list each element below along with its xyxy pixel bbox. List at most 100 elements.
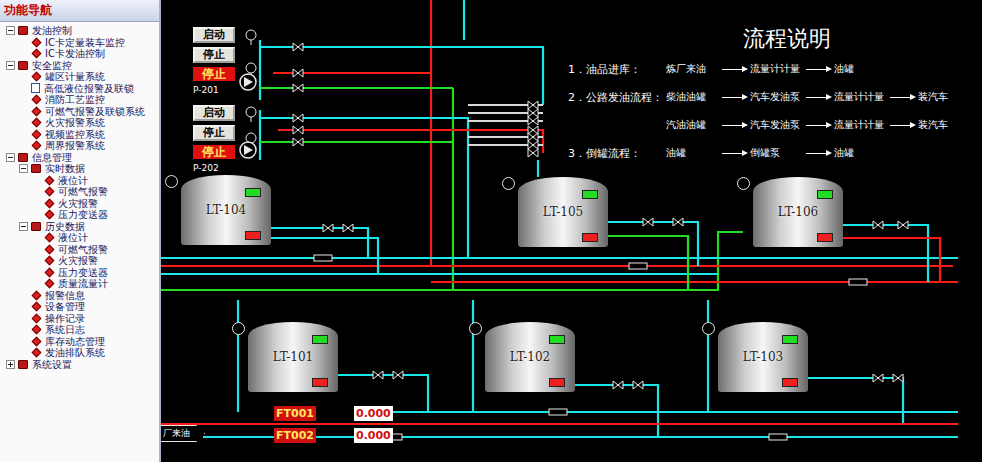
- valve-icon[interactable]: [293, 126, 303, 134]
- sidebar-item[interactable]: 视频监控系统: [0, 129, 159, 141]
- node-icon: [45, 244, 55, 254]
- sidebar-item[interactable]: 液位计: [0, 175, 159, 187]
- stop-button[interactable]: 停止: [193, 125, 235, 141]
- valve-icon[interactable]: [528, 141, 538, 149]
- level-gauge-icon: [469, 322, 482, 335]
- pipe: [260, 141, 453, 143]
- low-level-lamp: [312, 378, 328, 387]
- valve-icon[interactable]: [893, 374, 903, 382]
- valve-icon[interactable]: [873, 374, 883, 382]
- node-icon: [32, 325, 42, 335]
- oil-tank[interactable]: LT-105: [518, 177, 608, 247]
- node-icon: [32, 72, 42, 82]
- oil-tank[interactable]: LT-102: [485, 322, 575, 392]
- stop-button[interactable]: 停止: [193, 47, 235, 63]
- valve-icon[interactable]: [528, 149, 538, 157]
- sidebar-item[interactable]: 可燃气报警及联锁系统: [0, 106, 159, 118]
- pump-name: P-202: [193, 163, 219, 173]
- oil-tank[interactable]: LT-106: [753, 177, 843, 247]
- sidebar-item[interactable]: IC卡定量装车监控: [0, 37, 159, 49]
- arrow-icon: [722, 125, 746, 126]
- expand-toggle-icon[interactable]: [19, 222, 28, 231]
- expand-toggle-icon[interactable]: [6, 360, 15, 369]
- sidebar-item[interactable]: 压力变送器: [0, 267, 159, 279]
- expand-toggle-icon[interactable]: [6, 153, 15, 162]
- strainer-icon: [314, 255, 332, 261]
- oil-tank[interactable]: LT-101: [248, 322, 338, 392]
- sidebar-item[interactable]: 可燃气报警: [0, 244, 159, 256]
- node-icon: [32, 118, 42, 128]
- valve-icon[interactable]: [643, 218, 653, 226]
- level-gauge-icon: [165, 175, 178, 188]
- valve-icon[interactable]: [873, 221, 883, 229]
- valve-icon[interactable]: [373, 371, 383, 379]
- valve-icon[interactable]: [898, 221, 908, 229]
- strainer-icon: [549, 409, 567, 415]
- valve-icon[interactable]: [293, 69, 303, 77]
- oil-tank[interactable]: LT-103: [718, 322, 808, 392]
- valve-icon[interactable]: [343, 224, 353, 232]
- sidebar-item[interactable]: 操作记录: [0, 313, 159, 325]
- sidebar-item[interactable]: 库存动态管理: [0, 336, 159, 348]
- valve-icon[interactable]: [528, 126, 538, 134]
- sidebar-item[interactable]: 火灾报警: [0, 198, 159, 210]
- arrow-icon: [890, 125, 914, 126]
- pipe: [843, 225, 928, 282]
- sidebar-item[interactable]: 信息管理: [0, 152, 159, 164]
- pipe: [707, 300, 709, 412]
- sidebar-item[interactable]: 火灾报警系统: [0, 117, 159, 129]
- valve-icon[interactable]: [393, 371, 403, 379]
- valve-icon[interactable]: [633, 381, 643, 389]
- valve-icon[interactable]: [293, 43, 303, 51]
- valve-icon[interactable]: [323, 224, 333, 232]
- pump-icon[interactable]: [240, 74, 256, 90]
- sidebar-item[interactable]: 压力变送器: [0, 209, 159, 221]
- valve-icon[interactable]: [293, 84, 303, 92]
- valve-icon[interactable]: [528, 117, 538, 125]
- sidebar-item[interactable]: 可燃气报警: [0, 186, 159, 198]
- valve-icon[interactable]: [673, 218, 683, 226]
- sidebar-item[interactable]: 系统日志: [0, 324, 159, 336]
- valve-icon[interactable]: [528, 109, 538, 117]
- node-icon: [45, 210, 55, 220]
- start-button[interactable]: 启动: [193, 27, 235, 43]
- sidebar-item[interactable]: 系统设置: [0, 359, 159, 371]
- inlet-tag: 厂来油: [161, 425, 205, 442]
- sidebar-item[interactable]: 报警信息: [0, 290, 159, 302]
- pipe: [608, 222, 698, 266]
- node-icon: [18, 26, 28, 35]
- valve-icon[interactable]: [528, 133, 538, 141]
- node-icon: [45, 233, 55, 243]
- expand-toggle-icon[interactable]: [6, 61, 15, 70]
- oil-tank[interactable]: LT-104: [181, 175, 271, 245]
- node-icon: [45, 175, 55, 185]
- sidebar-item[interactable]: 质量流量计: [0, 278, 159, 290]
- sidebar-item[interactable]: 高低液位报警及联锁: [0, 83, 159, 95]
- sidebar-item[interactable]: 罐区计量系统: [0, 71, 159, 83]
- sidebar-item[interactable]: 实时数据: [0, 163, 159, 175]
- expand-toggle-icon[interactable]: [19, 164, 28, 173]
- sidebar-item[interactable]: IC卡发油控制: [0, 48, 159, 60]
- valve-icon[interactable]: [613, 381, 623, 389]
- pipe: [608, 236, 688, 290]
- sidebar-item[interactable]: 消防工艺监控: [0, 94, 159, 106]
- sidebar-title: 功能导航: [0, 0, 159, 22]
- sidebar-item[interactable]: 周界报警系统: [0, 140, 159, 152]
- valve-icon[interactable]: [293, 138, 303, 146]
- sidebar-item[interactable]: 发油控制: [0, 25, 159, 37]
- arrow-icon: [806, 153, 830, 154]
- sidebar-item[interactable]: 安全监控: [0, 60, 159, 72]
- valve-icon[interactable]: [293, 114, 303, 122]
- sidebar-item[interactable]: 液位计: [0, 232, 159, 244]
- sidebar-item[interactable]: 发油排队系统: [0, 347, 159, 359]
- sidebar-item[interactable]: 设备管理: [0, 301, 159, 313]
- pipe: [453, 88, 743, 290]
- valve-icon[interactable]: [528, 101, 538, 109]
- node-icon: [32, 348, 42, 358]
- expand-toggle-icon[interactable]: [6, 26, 15, 35]
- start-button[interactable]: 启动: [193, 105, 235, 121]
- sidebar-item[interactable]: 火灾报警: [0, 255, 159, 267]
- sidebar-item[interactable]: 历史数据: [0, 221, 159, 233]
- process-canvas: 启动停止停止P-201启动停止停止P-202LT-104LT-105LT-106…: [161, 0, 982, 462]
- pump-icon[interactable]: [240, 142, 256, 158]
